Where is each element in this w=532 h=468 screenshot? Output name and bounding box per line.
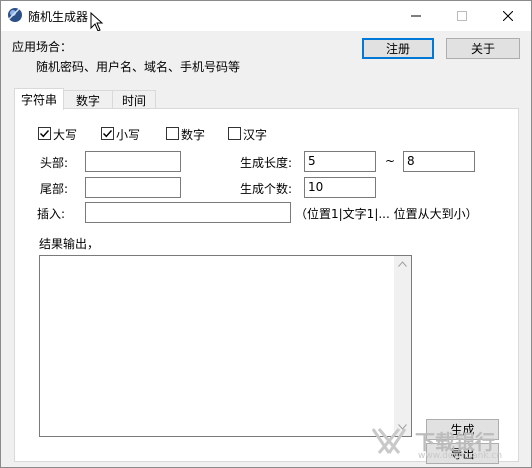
tab-string[interactable]: 字符串 — [14, 88, 64, 110]
insert-hint: （位置1|文字1|... 位置从大到小） — [295, 207, 478, 221]
count-input[interactable]: 10 — [304, 177, 376, 198]
checkbox-chinese[interactable] — [228, 127, 241, 140]
length-label: 生成长度: — [240, 156, 293, 170]
maximize-button[interactable] — [439, 1, 485, 31]
app-icon — [8, 8, 22, 22]
length-min-input[interactable]: 5 — [304, 151, 376, 172]
length-max-input[interactable]: 8 — [403, 151, 475, 172]
register-button[interactable]: 注册 — [362, 38, 434, 59]
tail-input[interactable] — [85, 177, 181, 198]
checkbox-lowercase[interactable] — [101, 127, 114, 140]
watermark-x-icon — [371, 428, 407, 454]
insert-input[interactable] — [85, 202, 291, 223]
watermark-logo: 下载银行 www.downbank.cn — [369, 426, 502, 461]
maximize-icon — [457, 11, 467, 21]
output-label: 结果输出， — [39, 237, 100, 251]
head-label: 头部: — [40, 156, 69, 170]
checkbox-digits[interactable] — [166, 127, 179, 140]
close-icon — [503, 11, 513, 21]
scroll-up-icon — [398, 261, 407, 267]
checkbox-digits-label: 数字 — [181, 128, 206, 142]
mouse-cursor-icon — [90, 12, 104, 32]
output-textarea[interactable] — [39, 255, 412, 437]
string-panel: 大写 小写 数字 汉字 头部: 尾部: 生成长度: 5 ~ 8 生成个数: 10… — [14, 108, 519, 464]
checkbox-chinese-label: 汉字 — [243, 128, 268, 142]
main-content: 应用场合： 随机密码、用户名、域名、手机号码等 注册 关于 字符串 数字 时间 … — [1, 31, 531, 467]
check-icon — [103, 130, 113, 138]
tab-time[interactable]: 时间 — [112, 90, 156, 109]
head-input[interactable] — [85, 151, 181, 172]
checkbox-uppercase[interactable] — [38, 127, 51, 140]
tail-label: 尾部: — [40, 182, 69, 196]
usage-label: 应用场合： — [12, 40, 73, 54]
tab-number[interactable]: 数字 — [63, 90, 113, 109]
watermark-url: www.downbank.cn — [418, 451, 503, 461]
usage-text: 随机密码、用户名、域名、手机号码等 — [36, 60, 241, 74]
minimize-button[interactable] — [393, 1, 439, 31]
app-window: 随机生成器 应用场合： 随机密码、用户名、域名、手机号码等 注册 关于 字符串 … — [0, 0, 532, 468]
close-button[interactable] — [485, 1, 531, 31]
output-scrollbar[interactable] — [394, 256, 411, 436]
title-bar[interactable]: 随机生成器 — [1, 1, 531, 32]
length-tilde: ~ — [385, 154, 396, 168]
insert-label: 插入: — [37, 207, 66, 221]
about-button[interactable]: 关于 — [446, 38, 520, 59]
check-icon — [40, 130, 50, 138]
checkbox-lowercase-label: 小写 — [116, 128, 141, 142]
window-title: 随机生成器 — [28, 10, 89, 24]
minimize-icon — [411, 15, 421, 17]
count-label: 生成个数: — [240, 182, 293, 196]
checkbox-uppercase-label: 大写 — [53, 128, 78, 142]
